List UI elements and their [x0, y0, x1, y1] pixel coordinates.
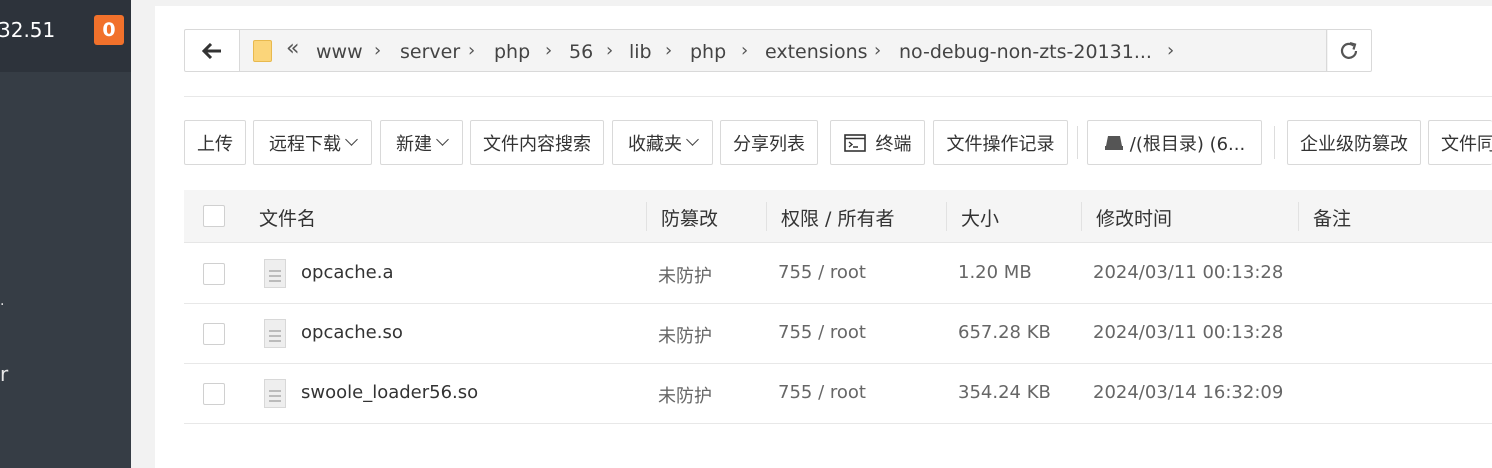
- column-divider: [1081, 202, 1082, 231]
- column-size[interactable]: 大小: [961, 204, 999, 231]
- column-divider: [646, 202, 647, 231]
- terminal-label: 终端: [875, 133, 912, 155]
- breadcrumb-www[interactable]: www: [316, 41, 363, 63]
- remote-download-button[interactable]: 远程下载: [253, 120, 372, 165]
- file-size: 354.24 KB: [958, 382, 1051, 403]
- column-note[interactable]: 备注: [1313, 204, 1351, 231]
- back-button[interactable]: [185, 30, 240, 71]
- modified-time: 2024/03/14 16:32:09: [1093, 382, 1284, 403]
- notification-badge[interactable]: 0: [94, 15, 124, 45]
- server-ip: 32.51: [0, 18, 56, 42]
- file-sync-label: 文件同: [1441, 133, 1492, 155]
- chevron-right-icon: ›: [606, 40, 614, 61]
- terminal-icon: [843, 133, 866, 152]
- chevron-right-icon: ›: [741, 40, 749, 61]
- new-button[interactable]: 新建: [380, 120, 463, 165]
- file-icon: [264, 379, 286, 408]
- refresh-button[interactable]: [1326, 30, 1371, 71]
- toolbar-divider: [1077, 126, 1078, 159]
- table-row[interactable]: opcache.a 未防护 755 / root 1.20 MB 2024/03…: [184, 244, 1492, 304]
- disk-selector-button[interactable]: /(根目录) (6...: [1087, 120, 1262, 165]
- file-name[interactable]: swoole_loader56.so: [301, 382, 478, 403]
- chevron-right-icon: ›: [665, 40, 673, 61]
- address-bar: « www › server › php › 56 › lib › php › …: [184, 29, 1372, 72]
- file-icon: [264, 319, 286, 348]
- upload-label: 上传: [197, 133, 233, 155]
- sidebar-menu-fragment-dot: ·: [0, 297, 5, 313]
- double-chevron-left-icon[interactable]: «: [286, 36, 299, 61]
- chevron-right-icon[interactable]: ›: [1167, 40, 1174, 61]
- column-permission[interactable]: 权限 / 所有者: [781, 204, 894, 231]
- share-list-button[interactable]: 分享列表: [720, 120, 818, 165]
- sidebar: 32.51 0 · r: [0, 0, 131, 468]
- new-label: 新建: [396, 133, 432, 155]
- chevron-right-icon: ›: [545, 40, 553, 61]
- folder-icon: [253, 40, 272, 62]
- row-checkbox[interactable]: [203, 383, 225, 405]
- column-divider: [766, 202, 767, 231]
- table-header: 文件名 防篡改 权限 / 所有者 大小 修改时间 备注: [184, 190, 1492, 243]
- breadcrumb-extensions[interactable]: extensions: [765, 41, 868, 63]
- server-ip-bar: 32.51 0: [0, 0, 131, 72]
- content-search-button[interactable]: 文件内容搜索: [470, 120, 604, 165]
- column-modified-time[interactable]: 修改时间: [1096, 204, 1172, 231]
- file-name[interactable]: opcache.a: [301, 262, 394, 283]
- tamper-proof-label: 企业级防篡改: [1300, 133, 1408, 155]
- terminal-button[interactable]: 终端: [830, 120, 925, 165]
- breadcrumb-lib[interactable]: lib: [629, 41, 652, 63]
- row-checkbox[interactable]: [203, 263, 225, 285]
- permission-owner[interactable]: 755 / root: [778, 262, 866, 283]
- permission-owner[interactable]: 755 / root: [778, 322, 866, 343]
- table-row[interactable]: opcache.so 未防护 755 / root 657.28 KB 2024…: [184, 304, 1492, 364]
- row-checkbox[interactable]: [203, 323, 225, 345]
- chevron-right-icon: ›: [874, 40, 882, 61]
- modified-time: 2024/03/11 00:13:28: [1093, 322, 1284, 343]
- tamper-status[interactable]: 未防护: [658, 262, 712, 288]
- disk-label: /(根目录) (6...: [1129, 133, 1246, 155]
- tamper-status[interactable]: 未防护: [658, 382, 712, 408]
- breadcrumb-56[interactable]: 56: [569, 41, 593, 63]
- share-list-label: 分享列表: [733, 133, 805, 155]
- file-icon: [264, 259, 286, 288]
- content-search-label: 文件内容搜索: [483, 133, 591, 155]
- favorites-label: 收藏夹: [628, 133, 682, 155]
- upload-button[interactable]: 上传: [184, 120, 246, 165]
- chevron-down-icon: [686, 133, 699, 146]
- select-all-checkbox[interactable]: [203, 205, 225, 227]
- permission-owner[interactable]: 755 / root: [778, 382, 866, 403]
- arrow-left-icon: [202, 42, 221, 59]
- tamper-proof-button[interactable]: 企业级防篡改: [1287, 120, 1421, 165]
- modified-time: 2024/03/11 00:13:28: [1093, 262, 1284, 283]
- table-row[interactable]: swoole_loader56.so 未防护 755 / root 354.24…: [184, 364, 1492, 424]
- tamper-status[interactable]: 未防护: [658, 322, 712, 348]
- remote-download-label: 远程下载: [269, 133, 341, 155]
- file-size: 1.20 MB: [958, 262, 1032, 283]
- file-sync-button[interactable]: 文件同: [1428, 120, 1492, 165]
- breadcrumb-php[interactable]: php: [494, 41, 530, 63]
- favorites-button[interactable]: 收藏夹: [612, 120, 713, 165]
- toolbar-divider: [1274, 126, 1275, 159]
- column-divider: [1298, 202, 1299, 231]
- sidebar-menu-fragment[interactable]: r: [0, 362, 8, 386]
- chevron-down-icon: [345, 133, 358, 146]
- column-divider: [946, 202, 947, 231]
- refresh-icon: [1340, 41, 1358, 59]
- breadcrumb-php-2[interactable]: php: [690, 41, 726, 63]
- file-name[interactable]: opcache.so: [301, 322, 403, 343]
- operation-log-label: 文件操作记录: [946, 133, 1055, 155]
- divider: [184, 96, 1492, 97]
- path-breadcrumb[interactable]: « www › server › php › 56 › lib › php › …: [240, 30, 1328, 71]
- hard-drive-icon: [1104, 135, 1123, 150]
- chevron-down-icon: [436, 133, 449, 146]
- chevron-right-icon: ›: [468, 40, 476, 61]
- column-tamper[interactable]: 防篡改: [661, 204, 718, 231]
- breadcrumb-current[interactable]: no-debug-non-zts-20131...: [899, 41, 1169, 63]
- operation-log-button[interactable]: 文件操作记录: [933, 120, 1068, 165]
- breadcrumb-server[interactable]: server: [400, 41, 460, 63]
- file-size: 657.28 KB: [958, 322, 1051, 343]
- column-filename[interactable]: 文件名: [259, 204, 316, 231]
- chevron-right-icon: ›: [374, 40, 382, 61]
